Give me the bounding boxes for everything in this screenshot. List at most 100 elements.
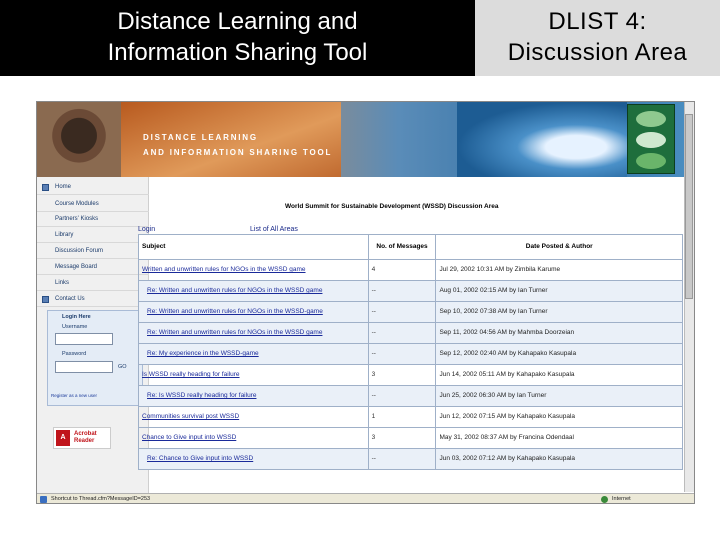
- leaf-logo-icon: [636, 132, 666, 148]
- message-count: 1: [367, 406, 437, 428]
- slide-title-right: DLIST 4: Discussion Area: [475, 0, 720, 76]
- date-posted-author: Sep 10, 2002 07:38 AM by Ian Turner: [435, 301, 683, 323]
- table-row: Chance to Give input into WSSD 3 May 31, 2…: [138, 427, 683, 449]
- thread-subject-link[interactable]: Re: Is WSSD really heading for failure: [138, 385, 369, 407]
- page-title: World Summit for Sustainable Development…: [285, 203, 499, 210]
- banner-title-line2: AND INFORMATION SHARING TOOL: [143, 148, 333, 157]
- nav-item-label: Home: [55, 184, 72, 190]
- table-header-row: Subject No. of Messages Date Posted & Au…: [138, 234, 683, 260]
- slide-title-right-line1: DLIST 4:: [548, 8, 647, 35]
- nav-item-label: Library: [55, 232, 74, 238]
- nav-item-links[interactable]: Links: [37, 276, 149, 291]
- table-row: Re: My experience in the WSSD-game -- Sep …: [138, 343, 683, 365]
- thread-subject-link[interactable]: Written and unwritten rules for NGOs in …: [138, 259, 369, 281]
- mail-icon: [42, 296, 49, 303]
- nav-item-library[interactable]: Library: [37, 228, 149, 243]
- message-count: 3: [367, 364, 437, 386]
- thread-subject-link[interactable]: Chance to Give input into WSSD: [138, 427, 369, 449]
- nav-item-label: Message Board: [55, 264, 98, 270]
- table-row: Written and unwritten rules for NGOs in …: [138, 259, 683, 281]
- discussion-table: Subject No. of Messages Date Posted & Au…: [138, 234, 683, 470]
- message-count: --: [367, 280, 437, 302]
- column-header-date: Date Posted & Author: [435, 234, 683, 260]
- message-count: 4: [367, 259, 437, 281]
- table-row: Re: Written and unwritten rules for NGOs…: [138, 301, 683, 323]
- nav-item-course-modules[interactable]: Course Modules: [37, 197, 149, 212]
- date-posted-author: Jul 29, 2002 10:31 AM by Zimbila Karume: [435, 259, 683, 281]
- slide-title-left-line1: Distance Learning and: [117, 8, 358, 35]
- register-link[interactable]: Register as a new user: [51, 393, 97, 398]
- table-row: Communities survival post WSSD 1 Jun 12, 2…: [138, 406, 683, 428]
- date-posted-author: May 31, 2002 08:37 AM by Francina Odenda…: [435, 427, 683, 449]
- banner-title-line1: DISTANCE LEARNING: [143, 133, 258, 142]
- username-label: Username: [62, 324, 88, 330]
- message-count: --: [367, 343, 437, 365]
- nav-item-home[interactable]: Home: [37, 180, 149, 195]
- table-row: Re: Chance to Give input into WSSD -- Jun …: [138, 448, 683, 470]
- password-input[interactable]: [55, 361, 113, 373]
- date-posted-author: Jun 14, 2002 05:11 AM by Kahapako Kasupa…: [435, 364, 683, 386]
- discussion-rows: Written and unwritten rules for NGOs in …: [138, 259, 683, 470]
- slide-title-left-line2: Information Sharing Tool: [107, 39, 368, 66]
- login-title: Login Here: [62, 314, 91, 320]
- date-posted-author: Jun 12, 2002 07:15 AM by Kahapako Kasupa…: [435, 406, 683, 428]
- banner-logos: [627, 104, 675, 174]
- username-input[interactable]: [55, 333, 113, 345]
- globe-icon: [601, 496, 608, 503]
- date-posted-author: Jun 03, 2002 07:12 AM by Kahapako Kasupa…: [435, 448, 683, 470]
- thread-subject-link[interactable]: Re: My experience in the WSSD-game: [138, 343, 369, 365]
- thread-subject-link[interactable]: Re: Written and unwritten rules for NGOs…: [138, 322, 369, 344]
- page-icon: [40, 496, 47, 503]
- date-posted-author: Sep 12, 2002 02:40 AM by Kahapako Kasupa…: [435, 343, 683, 365]
- nav-item-label: Discussion Forum: [55, 248, 104, 254]
- list-all-areas-link[interactable]: List of All Areas: [250, 226, 298, 233]
- thread-subject-link[interactable]: Re: Written and unwritten rules for NGOs…: [138, 280, 369, 302]
- nav-item-label: Contact Us: [55, 296, 85, 302]
- left-navigation: Home Course Modules Partners' Kiosks Lib…: [37, 177, 149, 493]
- scrollbar-thumb[interactable]: [685, 114, 693, 299]
- nav-item-partners-kiosks[interactable]: Partners' Kiosks: [37, 212, 149, 227]
- login-link[interactable]: Login: [138, 226, 155, 233]
- slide-title-right-line2: Discussion Area: [507, 39, 688, 66]
- table-row: Is WSSD really heading for failure 3 Jun 1…: [138, 364, 683, 386]
- go-button[interactable]: GO: [118, 364, 127, 370]
- message-count: --: [367, 448, 437, 470]
- nav-item-message-board[interactable]: Message Board: [37, 260, 149, 275]
- nav-item-discussion-forum[interactable]: Discussion Forum: [37, 244, 149, 259]
- status-url: Shortcut to Thread.cfm?MessageID=253: [51, 496, 151, 502]
- nav-item-contact-us[interactable]: Contact Us: [37, 292, 149, 307]
- message-count: --: [367, 301, 437, 323]
- home-icon: [42, 184, 49, 191]
- date-posted-author: Jun 25, 2002 06:30 AM by Ian Turner: [435, 385, 683, 407]
- banner-wave-image: [457, 102, 627, 177]
- vertical-scrollbar[interactable]: [684, 102, 694, 492]
- column-header-subject: Subject: [138, 234, 369, 260]
- date-posted-author: Sep 11, 2002 04:56 AM by Mahmba Doorzeia…: [435, 322, 683, 344]
- nav-item-label: Partners' Kiosks: [55, 216, 99, 222]
- slide-title-left: Distance Learning and Information Sharin…: [0, 0, 475, 76]
- thread-subject-link[interactable]: Communities survival post WSSD: [138, 406, 369, 428]
- nav-item-label: Course Modules: [55, 201, 99, 207]
- message-count: --: [367, 385, 437, 407]
- table-row: Re: Written and unwritten rules for NGOs…: [138, 280, 683, 302]
- acrobat-brand: Acrobat: [74, 431, 97, 437]
- column-header-messages: No. of Messages: [367, 234, 437, 260]
- thread-subject-link[interactable]: Re: Written and unwritten rules for NGOs…: [138, 301, 369, 323]
- password-label: Password: [62, 351, 87, 357]
- banner-portrait-image: [37, 102, 121, 177]
- security-zone: Internet: [612, 496, 631, 502]
- nav-item-label: Links: [55, 280, 70, 286]
- thread-subject-link[interactable]: Re: Chance to Give input into WSSD: [138, 448, 369, 470]
- monitor-logo-icon: [636, 153, 666, 169]
- acrobat-product: Reader: [74, 438, 95, 444]
- acrobat-label: Acrobat Reader: [74, 431, 97, 445]
- date-posted-author: Aug 01, 2002 02:15 AM by Ian Turner: [435, 280, 683, 302]
- table-row: Re: Is WSSD really heading for failure --…: [138, 385, 683, 407]
- adobe-logo-icon: A: [56, 430, 70, 446]
- status-bar: Shortcut to Thread.cfm?MessageID=253 Int…: [37, 493, 694, 503]
- thread-subject-link[interactable]: Is WSSD really heading for failure: [138, 364, 369, 386]
- acrobat-reader-badge[interactable]: A Acrobat Reader: [53, 427, 111, 449]
- browser-window: DISTANCE LEARNING AND INFORMATION SHARIN…: [36, 101, 695, 504]
- message-count: 3: [367, 427, 437, 449]
- login-panel: Login Here Username Password GO Register…: [47, 310, 143, 406]
